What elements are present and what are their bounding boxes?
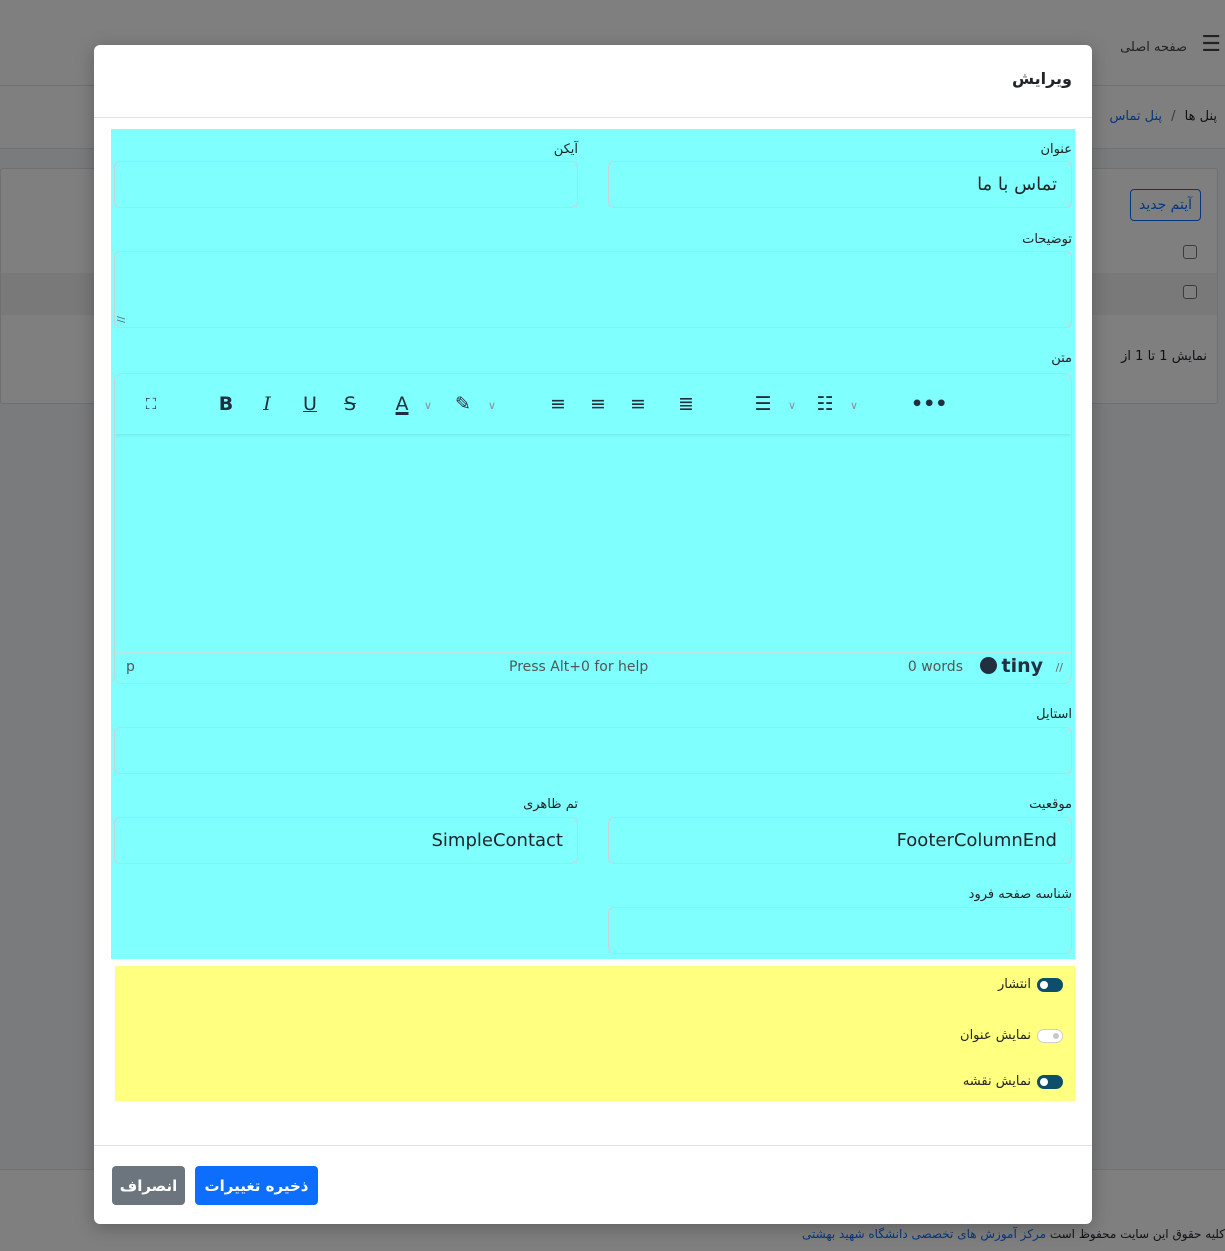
bullet-list-icon[interactable]: ☰ [751,392,775,416]
title-label: عنوان [1040,142,1072,157]
save-button[interactable]: ذخیره تغییرات [195,1166,318,1205]
show-title-switch-row: نمایش عنوان [960,1028,1063,1043]
show-map-switch-row: نمایش نقشه [963,1074,1063,1089]
style-input[interactable] [114,727,1072,774]
tiny-logo-icon [980,657,998,674]
align-left-icon[interactable]: ≡ [547,392,569,416]
bold-icon[interactable]: B [215,392,237,416]
chevron-down-icon[interactable]: ∨ [485,394,499,418]
fullscreen-icon[interactable]: ⛶ [139,392,163,416]
chevron-down-icon[interactable]: ∨ [847,394,861,418]
edit-modal: ویرایش عنوان تماس با ما آیکن توضیحات // … [94,45,1092,1224]
description-label: توضیحات [1022,232,1072,247]
show-title-label: نمایش عنوان [960,1028,1031,1043]
icon-input[interactable] [114,161,578,208]
show-map-toggle[interactable] [1037,1074,1063,1089]
landing-page-id-label: شناسه صفحه فرود [968,887,1072,902]
modal-title: ویرایش [1011,69,1072,88]
tiny-logo[interactable]: tiny [980,655,1043,677]
style-label: استایل [1036,707,1072,722]
strikethrough-icon[interactable]: S [339,392,361,416]
rich-text-editor: ⛶ B I U S A ∨ ✎ ∨ ≡ ≡ ≡ ≣ ☰ ∨ ☷ ∨ ••• p … [114,373,1072,684]
resize-grip-icon[interactable]: // [115,316,126,323]
form-area: عنوان تماس با ما آیکن توضیحات // متن ⛶ B… [111,129,1075,959]
chevron-down-icon[interactable]: ∨ [421,394,435,418]
title-input-value: تماس با ما [977,174,1057,195]
editor-content-area[interactable] [115,434,1071,652]
text-label: متن [1051,351,1072,366]
underline-icon[interactable]: U [299,392,321,416]
show-map-label: نمایش نقشه [962,1074,1031,1089]
editor-statusbar: p Press Alt+0 for help 0 words tiny // [115,652,1071,683]
text-color-icon[interactable]: A [391,392,413,416]
position-select[interactable]: FooterColumnEnd [608,817,1072,864]
word-count[interactable]: 0 words [908,659,963,675]
cancel-button[interactable]: انصراف [112,1166,185,1205]
title-input[interactable]: تماس با ما [608,161,1072,208]
switch-area: انتشار نمایش عنوان نمایش نقشه [115,966,1075,1101]
highlight-icon[interactable]: ✎ [451,392,475,416]
align-justify-icon[interactable]: ≣ [675,392,697,416]
modal-footer: ذخیره تغییرات انصراف [94,1145,1092,1224]
publish-toggle[interactable] [1037,977,1063,992]
modal-header: ویرایش [94,45,1092,118]
editor-toolbar: ⛶ B I U S A ∨ ✎ ∨ ≡ ≡ ≡ ≣ ☰ ∨ ☷ ∨ ••• [115,374,1071,434]
icon-label: آیکن [553,142,578,157]
numbered-list-icon[interactable]: ☷ [813,392,837,416]
align-right-icon[interactable]: ≡ [627,392,649,416]
element-path[interactable]: p [126,659,135,675]
resize-handle-icon[interactable]: // [1056,661,1063,674]
show-title-toggle[interactable] [1037,1028,1063,1043]
chevron-down-icon[interactable]: ∨ [785,394,799,418]
theme-select[interactable]: SimpleContact [114,817,578,864]
landing-page-id-input[interactable] [608,907,1072,954]
position-value: FooterColumnEnd [896,830,1057,851]
align-center-icon[interactable]: ≡ [587,392,609,416]
description-textarea[interactable]: // [114,251,1072,328]
theme-label: تم ظاهری [523,797,578,812]
position-label: موقعیت [1029,797,1072,812]
publish-label: انتشار [998,977,1031,992]
tiny-brand-text: tiny [1001,655,1043,677]
help-hint: Press Alt+0 for help [509,659,649,675]
theme-value: SimpleContact [431,830,564,851]
publish-switch-row: انتشار [998,977,1063,992]
italic-icon[interactable]: I [257,392,277,416]
more-icon[interactable]: ••• [911,392,947,416]
